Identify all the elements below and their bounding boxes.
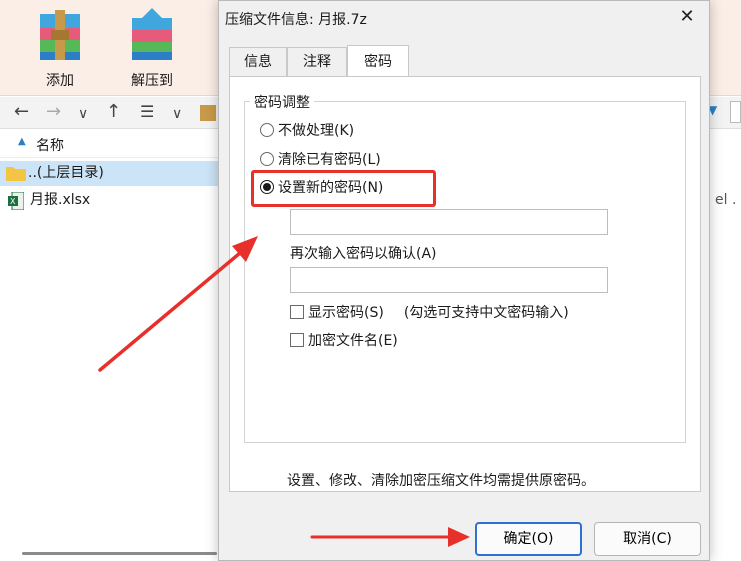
password-tab-panel: 密码调整 不做处理(K) 清除已有密码(L) 设置新的密码(N) 再次输入密码以… bbox=[229, 76, 701, 492]
archive-path-icon bbox=[200, 105, 216, 121]
option-label: 不做处理(K) bbox=[278, 123, 355, 139]
radio-button-checked[interactable] bbox=[260, 180, 274, 194]
confirm-password-label: 再次输入密码以确认(A) bbox=[290, 246, 437, 262]
option-label: 清除已有密码(L) bbox=[278, 152, 381, 168]
ok-button[interactable]: 确定(O) bbox=[475, 522, 582, 556]
add-label: 添加 bbox=[46, 73, 74, 89]
file-row[interactable]: X 月报.xlsx bbox=[0, 188, 220, 213]
dialog-title: 压缩文件信息: 月报.7z bbox=[225, 12, 367, 28]
tab-comment[interactable]: 注释 bbox=[287, 47, 347, 77]
column-header-name[interactable]: ▲ 名称 bbox=[0, 130, 220, 158]
winrar-extract-icon bbox=[132, 8, 172, 60]
group-title: 密码调整 bbox=[250, 92, 314, 112]
new-password-input[interactable] bbox=[290, 209, 608, 235]
show-password-checkbox[interactable] bbox=[290, 305, 304, 319]
truncated-column-text: el . bbox=[715, 192, 737, 208]
forward-icon[interactable]: → bbox=[46, 101, 61, 123]
add-button[interactable]: 添加 bbox=[24, 6, 96, 90]
tab-password[interactable]: 密码 bbox=[347, 45, 409, 77]
radio-button[interactable] bbox=[260, 123, 274, 137]
extract-button[interactable]: 解压到 bbox=[116, 6, 188, 90]
close-icon[interactable]: ✕ bbox=[675, 5, 699, 29]
search-box[interactable] bbox=[730, 101, 741, 123]
back-icon[interactable]: ← bbox=[14, 101, 29, 123]
confirm-password-input[interactable] bbox=[290, 267, 608, 293]
tab-info[interactable]: 信息 bbox=[229, 47, 287, 77]
show-password-hint: (勾选可支持中文密码输入) bbox=[403, 305, 569, 321]
option-clear-password[interactable]: 清除已有密码(L) bbox=[260, 148, 381, 170]
encrypt-names-label: 加密文件名(E) bbox=[308, 333, 398, 349]
chevron-down-icon[interactable]: ∨ bbox=[78, 103, 88, 125]
svg-text:X: X bbox=[10, 197, 16, 206]
show-password-label: 显示密码(S) bbox=[308, 305, 384, 321]
folder-icon bbox=[6, 167, 26, 181]
radio-button[interactable] bbox=[260, 152, 274, 166]
cancel-button[interactable]: 取消(C) bbox=[594, 522, 701, 556]
encrypt-names-checkbox-row[interactable]: 加密文件名(E) bbox=[290, 329, 398, 351]
option-label: 设置新的密码(N) bbox=[278, 180, 384, 196]
file-row[interactable]: ..(上层目录) bbox=[0, 161, 220, 186]
option-no-change[interactable]: 不做处理(K) bbox=[260, 119, 354, 141]
excel-file-icon: X bbox=[8, 192, 24, 210]
option-set-new-password[interactable]: 设置新的密码(N) bbox=[260, 176, 383, 198]
password-note: 设置、修改、清除加密压缩文件均需提供原密码。 bbox=[287, 473, 595, 489]
horizontal-scrollbar[interactable] bbox=[22, 552, 217, 555]
encrypt-names-checkbox[interactable] bbox=[290, 333, 304, 347]
show-password-checkbox-row[interactable]: 显示密码(S) (勾选可支持中文密码输入) bbox=[290, 301, 569, 323]
sort-up-icon: ▲ bbox=[18, 136, 26, 147]
extract-label: 解压到 bbox=[131, 73, 173, 89]
up-icon[interactable]: ↑ bbox=[106, 101, 121, 123]
file-name: ..(上层目录) bbox=[28, 165, 104, 181]
archive-info-dialog: 压缩文件信息: 月报.7z ✕ 信息 注释 密码 密码调整 不做处理(K) 清除… bbox=[218, 0, 710, 561]
view-chevron-icon[interactable]: ∨ bbox=[172, 103, 182, 125]
view-list-icon[interactable]: ☰ bbox=[140, 101, 154, 123]
winrar-add-icon bbox=[40, 10, 80, 60]
column-header-label: 名称 bbox=[36, 138, 64, 154]
file-name: 月报.xlsx bbox=[30, 192, 91, 208]
